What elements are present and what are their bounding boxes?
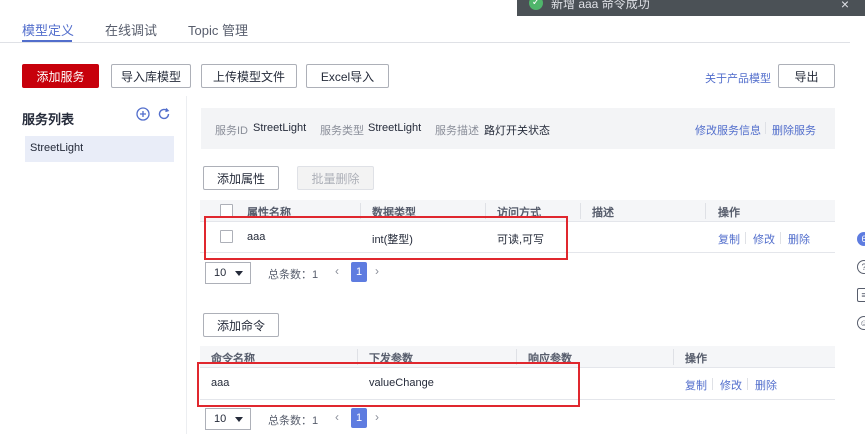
page-size-select[interactable]: 10 <box>205 408 251 430</box>
next-page-icon[interactable]: › <box>375 410 379 424</box>
add-command-button[interactable]: 添加命令 <box>203 313 279 337</box>
question-icon[interactable]: ? <box>857 260 865 274</box>
add-service-icon[interactable] <box>135 106 151 125</box>
service-type-value: StreetLight <box>368 122 422 134</box>
highlight-box <box>197 362 580 407</box>
column-separator <box>580 203 581 219</box>
current-page-button[interactable]: 1 <box>351 408 367 428</box>
service-list-item[interactable]: StreetLight <box>25 136 174 162</box>
excel-import-button[interactable]: Excel导入 <box>306 64 389 88</box>
edit-command-link[interactable]: 修改 <box>720 377 742 393</box>
delete-service-link[interactable]: 删除服务 <box>772 122 816 138</box>
refresh-icon[interactable] <box>156 106 172 125</box>
current-page-button[interactable]: 1 <box>351 262 367 282</box>
delete-property-link[interactable]: 删除 <box>788 231 810 247</box>
model-definition-page: 模型定义 在线调试 Topic 管理 添加服务 导入库模型 上传模型文件 Exc… <box>0 0 865 434</box>
delete-command-link[interactable]: 删除 <box>755 377 777 393</box>
separator <box>712 378 713 390</box>
total-count: 总条数：1 <box>268 415 319 427</box>
edit-service-info-link[interactable]: 修改服务信息 <box>695 122 761 138</box>
toast-message: 新增 aaa 命令成功 <box>551 0 650 11</box>
page-size-value: 10 <box>214 267 227 279</box>
smile-icon[interactable]: ☺ <box>857 316 865 330</box>
export-button[interactable]: 导出 <box>778 64 835 88</box>
service-id-value: StreetLight <box>253 122 307 134</box>
help-assistant-icon[interactable]: 6 <box>857 232 865 246</box>
tab-model-definition[interactable]: 模型定义 <box>22 20 74 39</box>
prev-page-icon[interactable]: ‹ <box>335 410 339 424</box>
service-desc-value: 路灯开关状态 <box>484 125 550 137</box>
check-circle-icon: ✓ <box>529 0 543 10</box>
tabs-divider <box>0 42 850 43</box>
next-page-icon[interactable]: › <box>375 264 379 278</box>
upload-model-file-button[interactable]: 上传模型文件 <box>201 64 297 88</box>
about-product-model-link[interactable]: 关于产品模型 <box>705 70 771 86</box>
edit-property-link[interactable]: 修改 <box>753 231 775 247</box>
service-info-bar: 服务ID StreetLight 服务类型 StreetLight 服务描述 路… <box>201 108 835 149</box>
panel-divider <box>186 96 187 434</box>
batch-delete-button[interactable]: 批量删除 <box>297 166 374 190</box>
caret-down-icon <box>235 271 243 276</box>
page-size-value: 10 <box>214 413 227 425</box>
service-id-label: 服务ID <box>215 125 248 137</box>
prev-page-icon[interactable]: ‹ <box>335 264 339 278</box>
separator <box>745 232 746 244</box>
copy-property-link[interactable]: 复制 <box>718 231 740 247</box>
floating-help-bar: 6 ? ≡ ☺ <box>853 226 865 350</box>
tab-topic-management[interactable]: Topic 管理 <box>188 20 248 39</box>
feedback-icon[interactable]: ≡ <box>857 288 865 302</box>
caret-down-icon <box>235 417 243 422</box>
service-list-title: 服务列表 <box>22 112 75 127</box>
close-icon[interactable]: × <box>841 0 849 12</box>
column-header: 描述 <box>592 207 614 219</box>
column-header: 操作 <box>718 207 740 219</box>
service-type-label: 服务类型 <box>320 125 364 137</box>
separator <box>780 232 781 244</box>
tab-online-debug[interactable]: 在线调试 <box>105 20 157 39</box>
column-header: 操作 <box>685 353 707 365</box>
highlight-box <box>204 216 568 260</box>
column-separator <box>705 203 706 219</box>
copy-command-link[interactable]: 复制 <box>685 377 707 393</box>
separator <box>747 378 748 390</box>
column-separator <box>673 349 674 365</box>
add-property-button[interactable]: 添加属性 <box>203 166 279 190</box>
service-desc-label: 服务描述 <box>435 125 479 137</box>
add-service-button[interactable]: 添加服务 <box>22 64 99 88</box>
separator <box>765 122 766 134</box>
success-toast: ✓ 新增 aaa 命令成功 × <box>517 0 865 16</box>
page-size-select[interactable]: 10 <box>205 262 251 284</box>
total-count: 总条数：1 <box>268 269 319 281</box>
import-library-model-button[interactable]: 导入库模型 <box>111 64 191 88</box>
